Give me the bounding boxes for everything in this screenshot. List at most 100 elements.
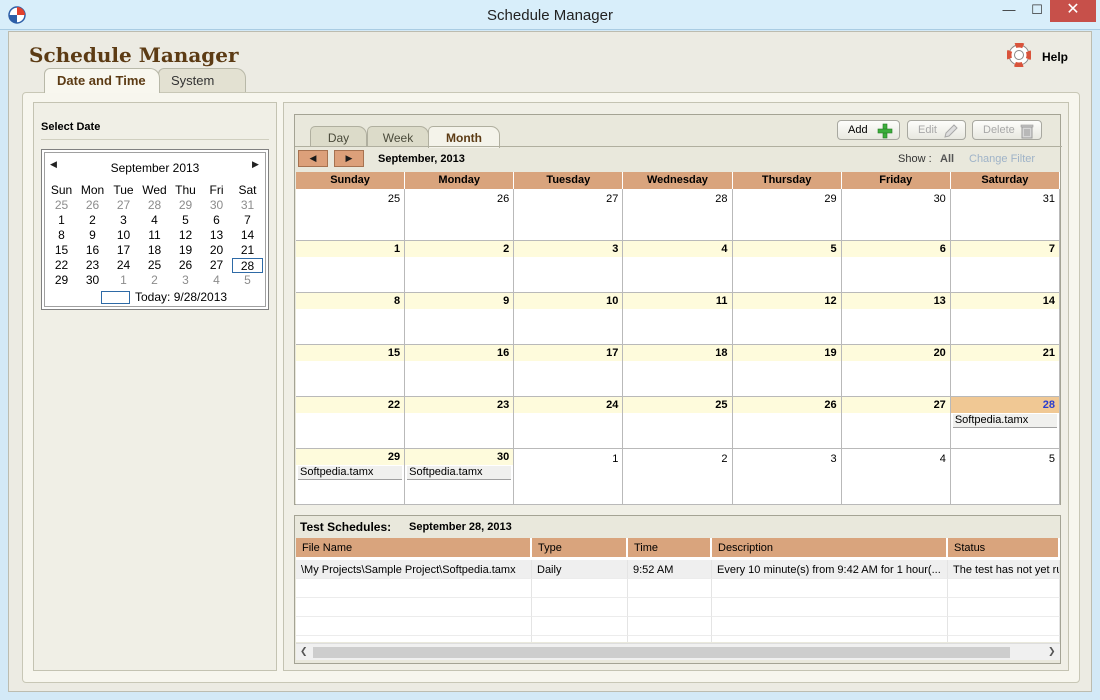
day-cell[interactable]: 7 [950,241,1060,293]
minimize-button[interactable]: — [994,0,1024,22]
mini-calendar-day[interactable]: 21 [232,243,263,258]
tab-date-and-time[interactable]: Date and Time [44,68,160,93]
mini-calendar-day[interactable]: 29 [46,273,77,288]
mini-calendar-day[interactable]: 10 [108,228,139,243]
calendar-event[interactable]: Softpedia.tamx [298,466,403,480]
day-cell[interactable]: 22 [296,397,406,449]
mini-calendar-day[interactable]: 9 [77,228,108,243]
day-cell[interactable]: 27 [841,397,951,449]
table-cell[interactable]: Daily [532,560,628,579]
day-cell[interactable]: 23 [405,397,515,449]
mini-calendar-day[interactable]: 18 [139,243,170,258]
horizontal-scrollbar[interactable]: ❮ ❯ [296,643,1060,660]
mini-calendar-day[interactable]: 5 [232,273,263,288]
day-cell[interactable]: 28 Softpedia.tamx [950,397,1060,449]
scroll-left-arrow[interactable]: ❮ [300,646,308,657]
mini-calendar-day[interactable]: 5 [170,213,201,228]
day-cell[interactable]: 27 [514,189,624,241]
table-cell[interactable]: The test has not yet run [948,560,1060,579]
day-cell[interactable]: 19 [732,345,842,397]
mini-calendar-day[interactable]: 27 [108,198,139,213]
day-cell[interactable]: 25 [623,397,733,449]
mini-calendar-day[interactable]: 25 [46,198,77,213]
edit-button[interactable]: Edit [907,120,966,140]
mini-calendar-day[interactable]: 12 [170,228,201,243]
day-cell[interactable]: 4 [623,241,733,293]
tab-week-view[interactable]: Week [367,126,429,147]
day-cell[interactable]: 30 [841,189,951,241]
mini-calendar-day[interactable]: 28 [139,198,170,213]
day-cell[interactable]: 2 [623,449,733,505]
column-header[interactable]: Time [628,538,712,557]
day-cell[interactable]: 26 [405,189,515,241]
table-cell[interactable]: Every 10 minute(s) from 9:42 AM for 1 ho… [712,560,948,579]
day-cell[interactable]: 10 [514,293,624,345]
day-cell[interactable]: 25 [296,189,406,241]
mini-calendar-day[interactable]: 4 [201,273,232,288]
mini-calendar-day[interactable]: 6 [201,213,232,228]
column-header[interactable]: File Name [296,538,532,557]
day-cell[interactable]: 5 [950,449,1060,505]
mini-calendar-day[interactable]: 16 [77,243,108,258]
mini-calendar-day[interactable]: 26 [170,258,201,273]
day-cell[interactable]: 3 [514,241,624,293]
day-cell[interactable]: 30 Softpedia.tamx [405,449,515,505]
mini-calendar-day[interactable]: 2 [77,213,108,228]
mini-calendar-day[interactable]: 19 [170,243,201,258]
day-cell[interactable]: 6 [841,241,951,293]
day-cell[interactable]: 17 [514,345,624,397]
close-button[interactable]: ✕ [1050,0,1096,22]
mini-calendar-day[interactable]: 30 [77,273,108,288]
mini-calendar-day[interactable]: 28 [232,258,263,273]
day-cell[interactable]: 5 [732,241,842,293]
mini-calendar-day[interactable]: 17 [108,243,139,258]
day-cell[interactable]: 4 [841,449,951,505]
calendar-event[interactable]: Softpedia.tamx [407,466,512,480]
mini-calendar-day[interactable]: 7 [232,213,263,228]
mini-calendar-day[interactable]: 11 [139,228,170,243]
day-cell[interactable]: 15 [296,345,406,397]
add-button[interactable]: Add [837,120,900,140]
mini-calendar-day[interactable]: 30 [201,198,232,213]
day-cell[interactable]: 21 [950,345,1060,397]
calendar-event[interactable]: Softpedia.tamx [952,414,1057,428]
mini-calendar-day[interactable]: 3 [170,273,201,288]
day-cell[interactable]: 13 [841,293,951,345]
mini-calendar-day[interactable]: 13 [201,228,232,243]
mini-calendar-day[interactable]: 22 [46,258,77,273]
mini-calendar-day[interactable]: 23 [77,258,108,273]
column-header[interactable]: Description [712,538,948,557]
help-button[interactable]: Help [1007,43,1077,69]
next-month-button[interactable]: ▶ [334,150,364,167]
day-cell[interactable]: 29 Softpedia.tamx [296,449,406,505]
scroll-right-arrow[interactable]: ❯ [1048,646,1056,657]
mini-calendar-day[interactable]: 1 [108,273,139,288]
day-cell[interactable]: 2 [405,241,515,293]
mini-calendar-day[interactable]: 25 [139,258,170,273]
day-cell[interactable]: 26 [732,397,842,449]
day-cell[interactable]: 1 [296,241,406,293]
scrollbar-thumb[interactable] [313,647,1010,658]
mini-calendar-day[interactable]: 2 [139,273,170,288]
table-cell[interactable]: \My Projects\Sample Project\Softpedia.ta… [296,560,532,579]
day-cell[interactable]: 20 [841,345,951,397]
mini-calendar-day[interactable]: 1 [46,213,77,228]
mini-calendar-next-button[interactable]: ▶ [252,159,259,170]
day-cell[interactable]: 8 [296,293,406,345]
delete-button[interactable]: Delete [972,120,1042,140]
mini-calendar-day[interactable]: 4 [139,213,170,228]
mini-calendar-day[interactable]: 8 [46,228,77,243]
day-cell[interactable]: 24 [514,397,624,449]
mini-calendar-day[interactable]: 27 [201,258,232,273]
change-filter-link[interactable]: Change Filter [969,153,1035,165]
column-header[interactable]: Status [948,538,1060,557]
day-cell[interactable]: 28 [623,189,733,241]
mini-calendar-day[interactable]: 15 [46,243,77,258]
day-cell[interactable]: 9 [405,293,515,345]
table-cell[interactable]: 9:52 AM [628,560,712,579]
mini-calendar-day[interactable]: 20 [201,243,232,258]
mini-calendar-day[interactable]: 24 [108,258,139,273]
day-cell[interactable]: 31 [950,189,1060,241]
day-cell[interactable]: 3 [732,449,842,505]
tab-month-view[interactable]: Month [428,126,500,148]
